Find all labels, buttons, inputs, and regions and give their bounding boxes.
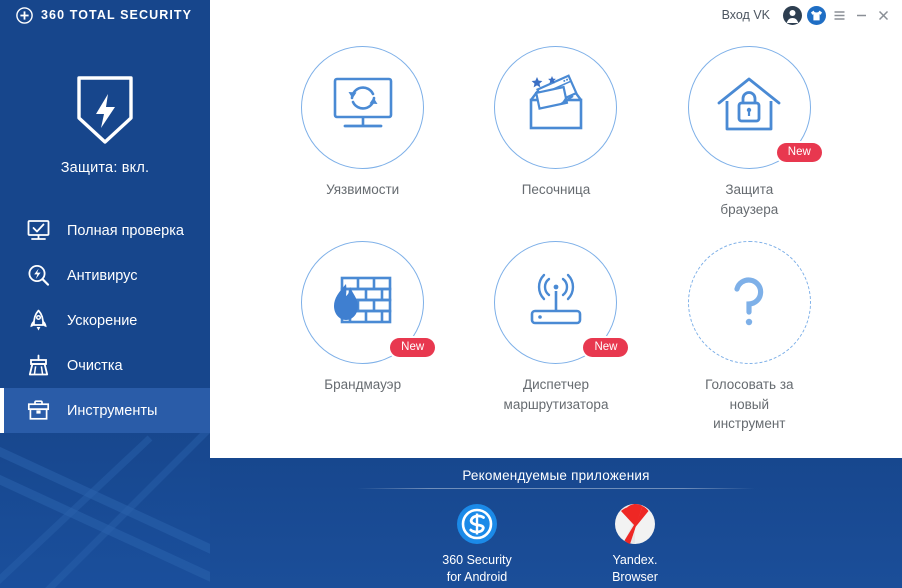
sidebar-item-tools[interactable]: Инструменты — [0, 388, 210, 433]
tool-label: Уязвимости — [326, 182, 400, 197]
plus-circle-icon — [16, 6, 33, 24]
sidebar-item-label: Полная проверка — [67, 222, 184, 239]
tools-grid: Уязвимости Песочница New Защита браузера… — [210, 46, 902, 436]
recommended-apps-title: Рекомендуемые приложения — [357, 468, 756, 489]
shield-bolt-icon — [73, 74, 137, 146]
app-window: 360 TOTAL SECURITY Защита: вкл. Полная п… — [0, 0, 902, 588]
sidebar-item-full-scan[interactable]: Полная проверка — [0, 208, 210, 253]
new-badge: New — [583, 337, 629, 357]
tool-tile-browser-protection[interactable]: New Защита браузера — [653, 46, 846, 241]
recommended-app-label: 360 Security for Android — [442, 553, 512, 584]
main-panel: Вход VK Уязвимости Песочница New Защита … — [210, 0, 902, 588]
brand: 360 TOTAL SECURITY — [0, 0, 210, 30]
monitor-refresh-icon — [329, 73, 397, 142]
question-mark-icon — [724, 268, 774, 337]
360-security-android-icon — [456, 503, 498, 545]
brand-name: 360 TOTAL SECURITY — [41, 8, 193, 22]
tool-circle: New — [687, 46, 822, 169]
yandex-browser-icon — [614, 503, 656, 545]
broom-icon — [26, 353, 51, 378]
recommended-app-yandex-browser[interactable]: Yandex. Browser — [587, 503, 683, 586]
tool-tile-sandbox[interactable]: Песочница — [459, 46, 652, 241]
sidebar-item-label: Очистка — [67, 357, 123, 374]
sidebar: 360 TOTAL SECURITY Защита: вкл. Полная п… — [0, 0, 210, 588]
hamburger-menu-icon[interactable] — [828, 3, 850, 27]
new-badge: New — [776, 142, 822, 162]
protection-status-text: Защита: вкл. — [60, 160, 150, 176]
recommended-apps-list: 360 Security for Android Yandex. Browser — [429, 503, 683, 586]
recommended-apps-bar: Рекомендуемые приложения 360 Security fo… — [210, 456, 902, 588]
close-icon[interactable] — [872, 3, 894, 27]
tool-tile-vote-new-tool[interactable]: Голосовать за новый инструмент — [653, 241, 846, 436]
sidebar-nav: Полная проверка Антивирус Ускорение Очис… — [0, 208, 210, 433]
sidebar-item-label: Инструменты — [67, 402, 158, 419]
tool-circle — [687, 241, 811, 364]
toolbox-icon — [26, 398, 51, 423]
sidebar-item-label: Антивирус — [67, 267, 138, 284]
protection-status-block: Защита: вкл. — [0, 74, 210, 176]
sandbox-box-icon — [521, 72, 591, 143]
router-wifi-icon — [520, 269, 592, 336]
tool-tile-router-manager[interactable]: New Диспетчер маршрутизатора — [459, 241, 652, 436]
tool-label: Песочница — [521, 182, 591, 197]
antivirus-scan-icon — [26, 263, 51, 288]
tool-label: Голосовать за новый инструмент — [705, 377, 794, 432]
rocket-icon — [26, 308, 51, 333]
tools-content: Уязвимости Песочница New Защита браузера… — [210, 30, 902, 456]
tool-label: Брандмауэр — [324, 377, 402, 392]
tool-label: Защита браузера — [720, 182, 779, 217]
house-lock-icon — [713, 73, 785, 142]
tool-circle — [301, 46, 425, 169]
sidebar-item-antivirus[interactable]: Антивирус — [0, 253, 210, 298]
tool-circle: New — [494, 241, 629, 364]
firewall-brick-flame-icon — [328, 270, 398, 335]
tool-tile-firewall[interactable]: New Брандмауэр — [266, 241, 459, 436]
sidebar-item-cleanup[interactable]: Очистка — [0, 343, 210, 388]
tool-label: Диспетчер маршрутизатора — [503, 377, 609, 412]
sidebar-decoration — [0, 408, 210, 588]
tool-circle: New — [301, 241, 436, 364]
minimize-icon[interactable] — [850, 3, 872, 27]
monitor-check-icon — [26, 218, 51, 243]
new-badge: New — [390, 337, 436, 357]
recommended-app-label: Yandex. Browser — [612, 553, 658, 584]
title-bar: Вход VK — [210, 0, 902, 30]
tool-tile-vulnerabilities[interactable]: Уязвимости — [266, 46, 459, 241]
tshirt-skin-icon[interactable] — [804, 3, 828, 27]
sidebar-item-label: Ускорение — [67, 312, 138, 329]
recommended-app-360-security[interactable]: 360 Security for Android — [429, 503, 525, 586]
tool-circle — [494, 46, 618, 169]
user-avatar-icon[interactable] — [780, 3, 804, 27]
sidebar-item-speedup[interactable]: Ускорение — [0, 298, 210, 343]
vk-login-link[interactable]: Вход VK — [722, 8, 770, 22]
